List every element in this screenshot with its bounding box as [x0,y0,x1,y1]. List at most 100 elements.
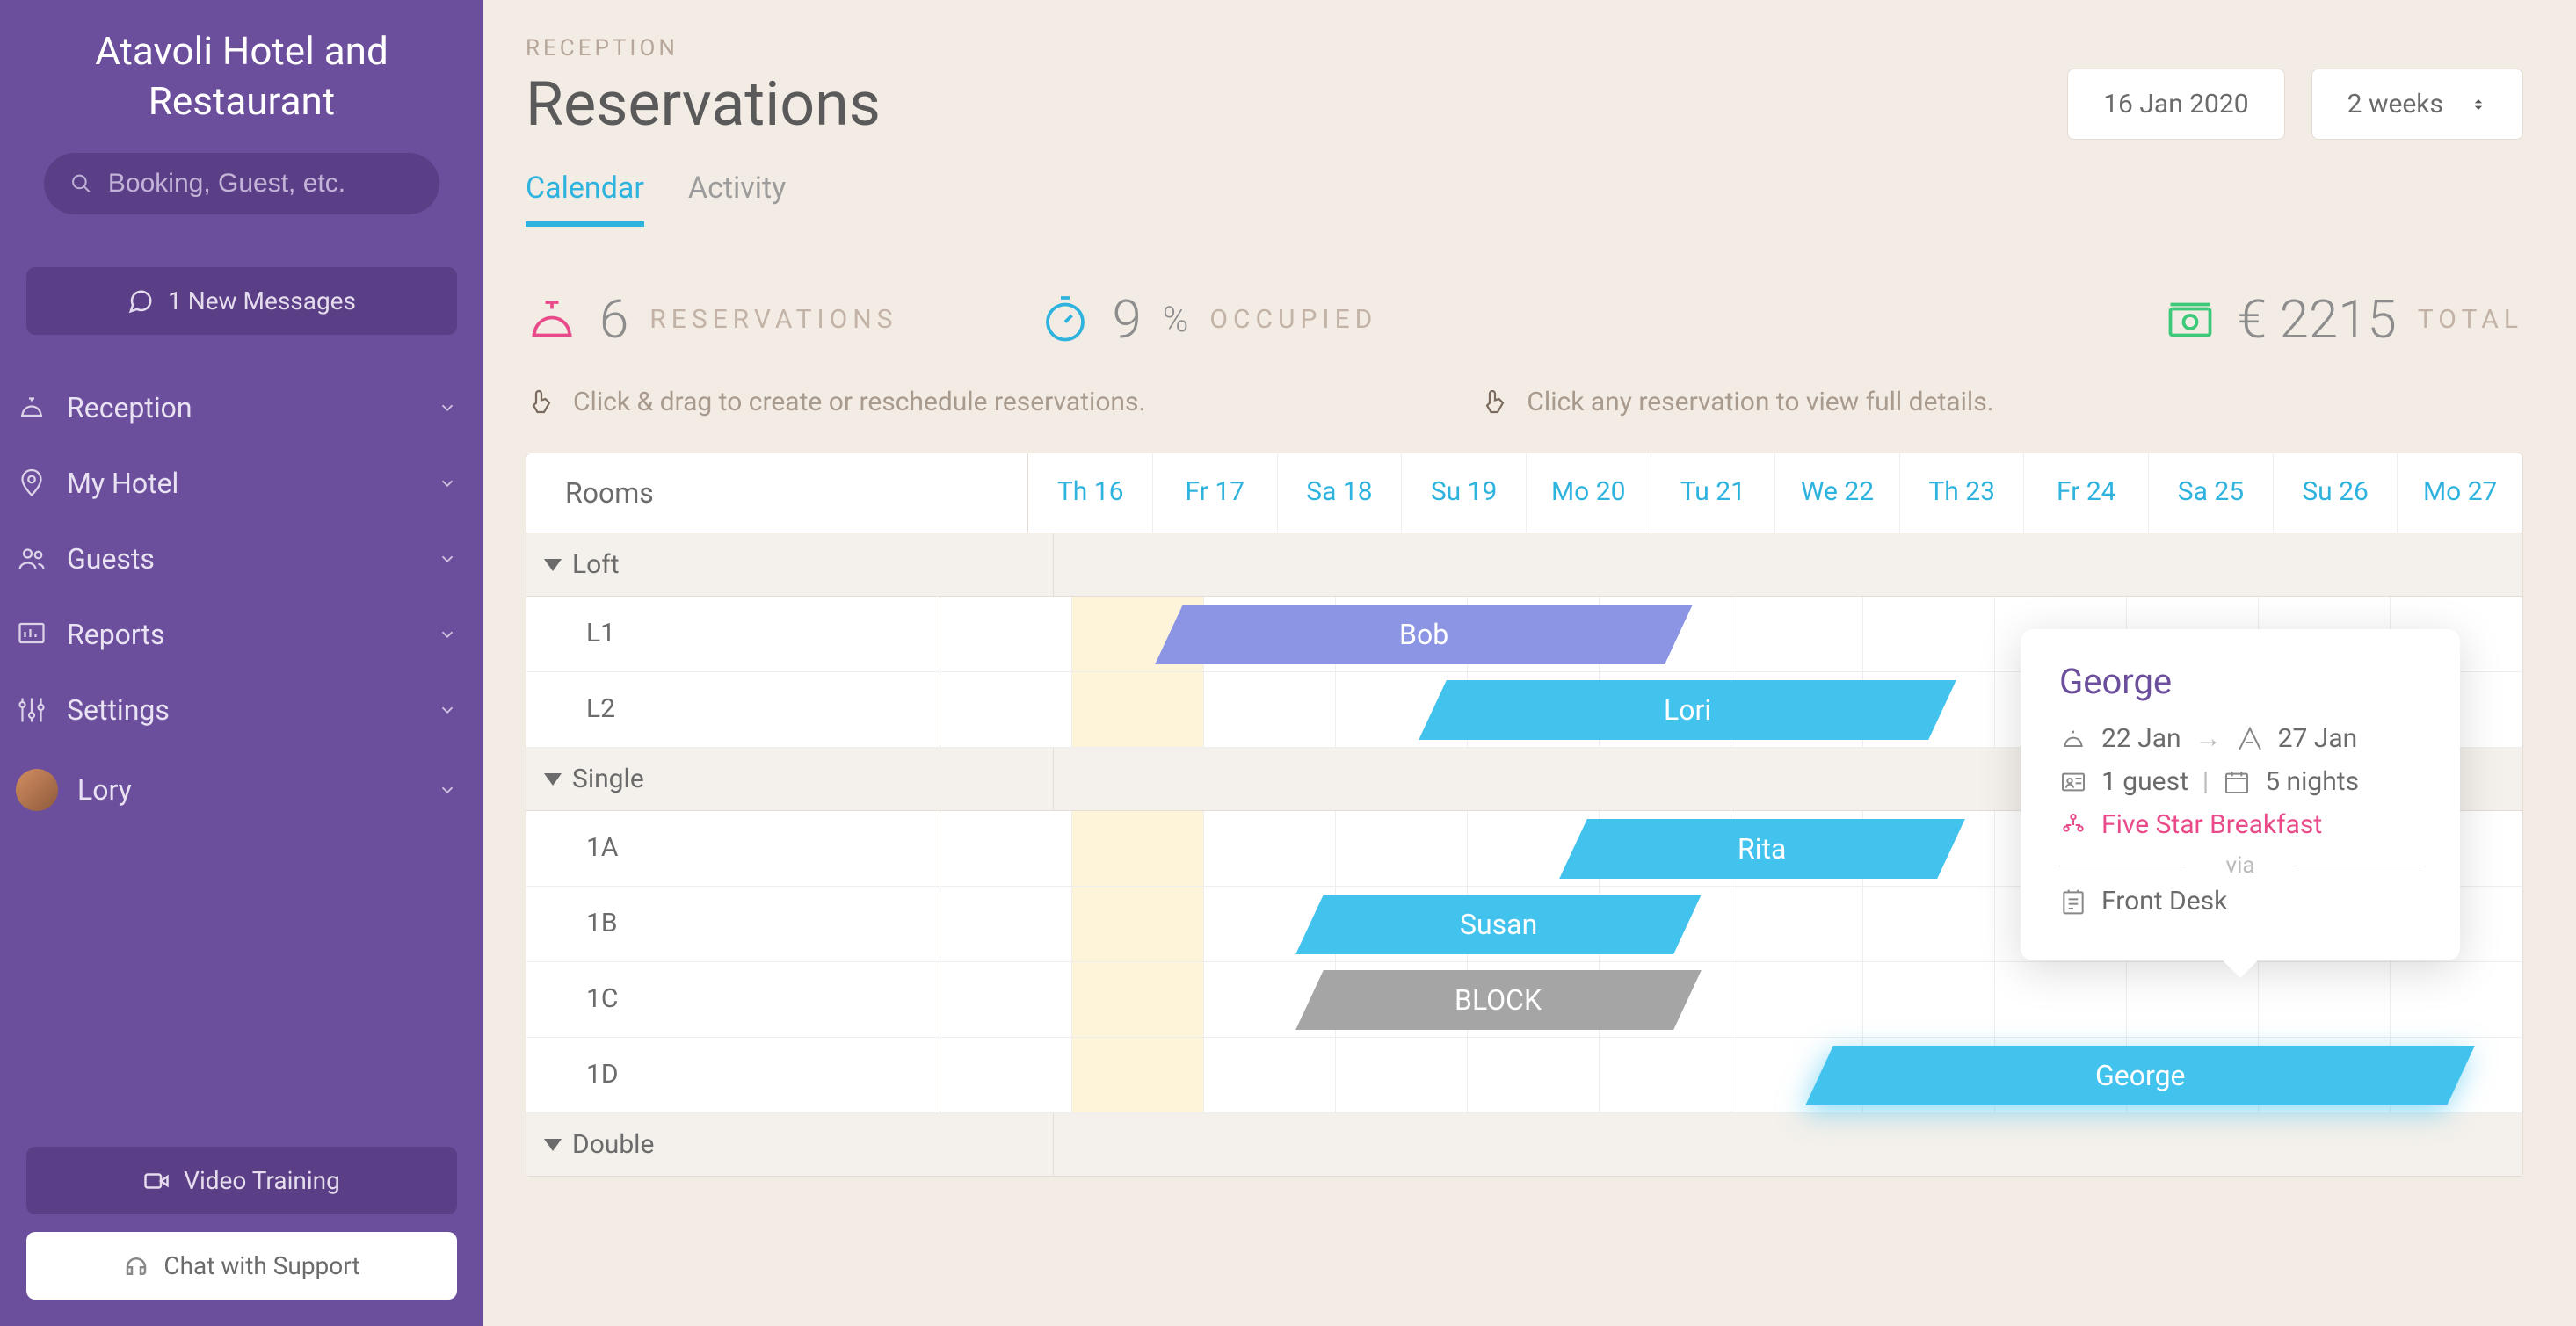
day-header: Sa 25 [2149,453,2274,533]
money-icon [2164,293,2217,346]
chevron-down-icon [438,625,457,644]
stat-amount: € 2215 [2238,288,2397,351]
collapse-icon [544,1139,562,1151]
chat-icon [127,288,154,315]
chevron-down-icon [438,474,457,493]
pin-icon [16,467,47,499]
day-header: Th 23 [1900,453,2025,533]
day-header: Su 19 [1402,453,1527,533]
stat-total: € 2215 TOTAL [2164,288,2523,351]
nav-label: Reception [67,391,192,424]
tabs: Calendar Activity [526,141,2523,227]
range-select[interactable]: 2 weeks [2311,69,2523,140]
avatar [16,769,58,811]
date-picker[interactable]: 16 Jan 2020 [2067,69,2284,140]
source-name: Front Desk [2101,886,2227,917]
reservation-susan[interactable]: Susan [1295,895,1702,954]
stat-label: OCCUPIED [1209,304,1377,335]
arrow-icon: → [2195,723,2222,754]
tab-activity[interactable]: Activity [688,170,786,227]
day-header: Fr 17 [1153,453,1278,533]
video-label: Video Training [184,1166,340,1195]
stat-count: 9 [1113,288,1142,351]
chevron-down-icon [438,549,457,569]
sidebar-item-settings[interactable]: Settings [0,672,483,748]
collapse-icon [544,773,562,786]
chevron-down-icon [438,700,457,720]
group-row-loft[interactable]: Loft [526,533,2522,597]
checkin-date: 22 Jan [2101,723,2181,754]
chat-label: Chat with Support [163,1251,359,1280]
nav-label: Reports [67,618,165,651]
reservation-block[interactable]: BLOCK [1295,970,1702,1030]
report-icon [16,619,47,650]
guest-icon [2059,768,2087,796]
group-label: Loft [572,549,620,580]
stat-count: 6 [599,288,628,351]
user-name: Lory [77,773,132,807]
checkin-icon [2059,725,2087,753]
guest-count: 1 guest [2101,766,2188,797]
sliders-icon [16,694,47,726]
day-header: Mo 20 [1527,453,1651,533]
room-label: L2 [526,672,940,747]
stopwatch-icon [1039,293,1092,346]
group-label: Single [572,764,644,794]
brand-title: Atavoli Hotel and Restaurant [0,26,483,153]
hand-icon [526,386,557,417]
main: RECEPTION Reservations 16 Jan 2020 2 wee… [483,0,2576,1326]
reservation-tooltip: George 22 Jan → 27 Jan 1 guest | 5 night… [2021,629,2460,960]
reservation-lori[interactable]: Lori [1419,680,1956,740]
plan-icon [2059,811,2087,839]
hint-click: Click any reservation to view full detai… [1479,386,1993,417]
stat-label: RESERVATIONS [649,304,897,335]
reservation-rita[interactable]: Rita [1559,819,1965,879]
search-input-wrap[interactable] [44,153,439,214]
day-header: Tu 21 [1651,453,1776,533]
day-header: Th 16 [1028,453,1153,533]
via-label: via [2059,852,2421,879]
checkout-icon [2236,725,2264,753]
calendar-grid[interactable]: Rooms Th 16 Fr 17 Sa 18 Su 19 Mo 20 Tu 2… [526,453,2523,1177]
sidebar-item-user[interactable]: Lory [0,748,483,832]
room-label: 1B [526,887,940,961]
sidebar-item-guests[interactable]: Guests [0,521,483,597]
stat-reservations: 6 RESERVATIONS [526,288,898,351]
chat-support-button[interactable]: Chat with Support [26,1232,457,1300]
nav-label: My Hotel [67,467,178,500]
headset-icon [123,1253,149,1279]
hint-drag: Click & drag to create or reschedule res… [526,386,1145,417]
nav-label: Guests [67,542,155,576]
separator: | [2202,766,2209,797]
sidebar-item-reports[interactable]: Reports [0,597,483,672]
room-row[interactable]: 1D George [526,1038,2522,1113]
video-training-button[interactable]: Video Training [26,1147,457,1214]
room-label: 1C [526,962,940,1037]
bell-icon [16,392,47,424]
plan-name: Five Star Breakfast [2101,809,2322,840]
search-input[interactable] [108,169,413,199]
collapse-icon [544,559,562,571]
nav: Reception My Hotel Guests Reports Settin [0,370,483,1129]
nights-count: 5 nights [2265,766,2359,797]
chevron-down-icon [438,398,457,417]
bell-icon [526,293,578,346]
tooltip-guest-name: George [2059,661,2421,702]
tab-calendar[interactable]: Calendar [526,170,644,227]
sidebar-item-myhotel[interactable]: My Hotel [0,446,483,521]
day-header: Fr 24 [2024,453,2149,533]
reservation-george[interactable]: George [1805,1046,2475,1105]
messages-label: 1 New Messages [168,286,356,315]
sort-icon [2470,96,2487,113]
nights-icon [2223,768,2251,796]
group-row-double[interactable]: Double [526,1113,2522,1177]
reservation-bob[interactable]: Bob [1155,605,1693,664]
group-label: Double [572,1129,654,1160]
page-title: Reservations [526,69,881,141]
messages-button[interactable]: 1 New Messages [26,267,457,335]
room-label: 1D [526,1038,940,1112]
stat-occupied: 9 % OCCUPIED [1039,288,1378,351]
day-header: Mo 27 [2398,453,2522,533]
date-value: 16 Jan 2020 [2103,89,2248,120]
sidebar-item-reception[interactable]: Reception [0,370,483,446]
